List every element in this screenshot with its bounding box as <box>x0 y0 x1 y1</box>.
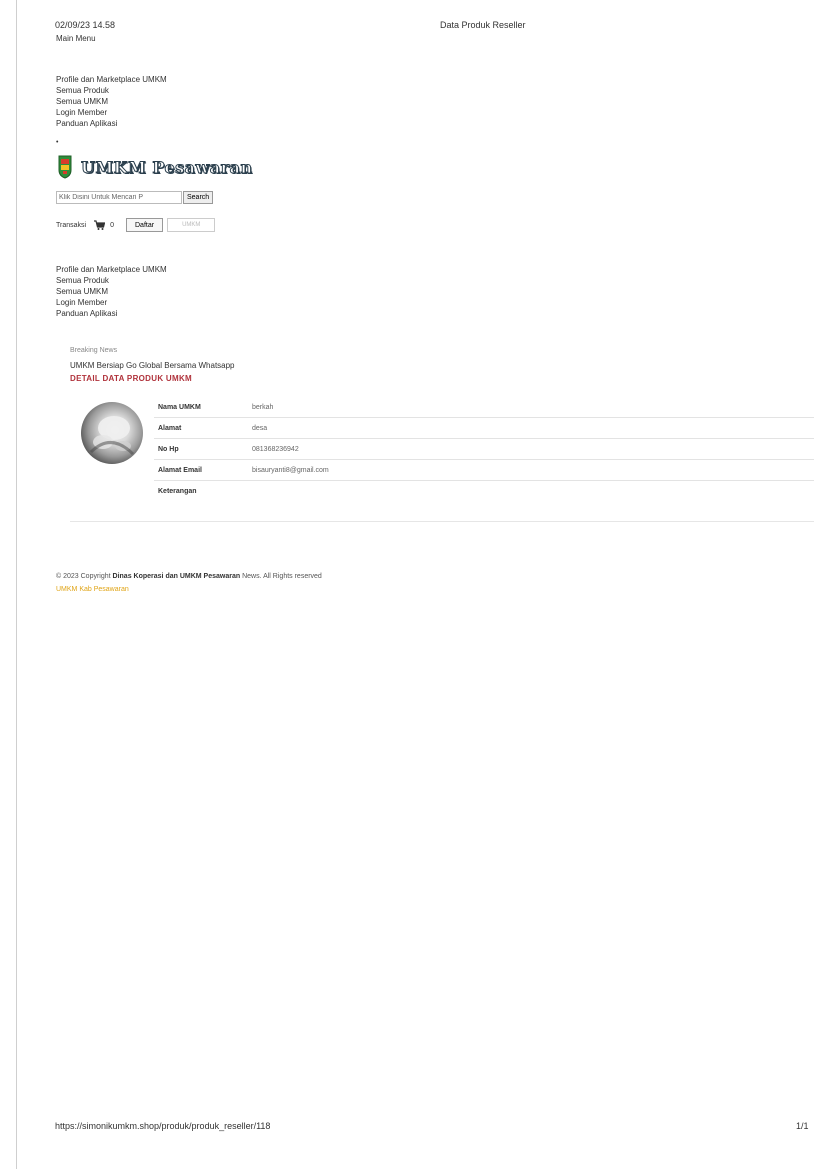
footer-copy-org: Dinas Koperasi dan UMKM Pesawaran <box>112 573 241 580</box>
table-row: Alamat Email bisauryanti8@gmail.com <box>154 459 814 481</box>
transaction-label: Transaksi <box>56 221 87 229</box>
footer-copy-suffix: News. All Rights reserved <box>242 573 322 580</box>
cart-count: 0 <box>110 221 114 229</box>
footer-copyright: © 2023 Copyright Dinas Koperasi dan UMKM… <box>56 573 322 580</box>
table-row: Nama UMKM berkah <box>154 397 814 418</box>
menu-item-profile[interactable]: Profile dan Marketplace UMKM <box>56 74 167 85</box>
print-url: https://simonikumkm.shop/produk/produk_r… <box>55 1121 271 1131</box>
menu-item-login-member[interactable]: Login Member <box>56 107 167 118</box>
table-row: Alamat desa <box>154 417 814 439</box>
breaking-news-label: Breaking News <box>70 347 118 354</box>
umkm-button[interactable]: UMKM <box>167 218 216 232</box>
cart-icon[interactable] <box>94 220 106 230</box>
footer-copy-prefix: © 2023 Copyright <box>56 573 111 580</box>
menu-item-panduan[interactable]: Panduan Aplikasi <box>56 308 167 319</box>
menu-item-login-member[interactable]: Login Member <box>56 297 167 308</box>
menu-item-panduan[interactable]: Panduan Aplikasi <box>56 118 167 129</box>
detail-value: bisauryanti8@gmail.com <box>248 459 814 481</box>
transaction-bar: Transaksi 0 Daftar UMKM <box>56 218 216 232</box>
detail-label: Alamat <box>154 417 248 439</box>
print-page-number: 1/1 <box>796 1121 809 1131</box>
site-logo[interactable]: UMKM Pesawaran <box>58 154 253 180</box>
menu-item-semua-produk[interactable]: Semua Produk <box>56 275 167 286</box>
detail-label: No Hp <box>154 438 248 460</box>
top-menu: Profile dan Marketplace UMKM Semua Produ… <box>56 74 167 129</box>
menu-item-semua-umkm[interactable]: Semua UMKM <box>56 286 167 297</box>
detail-title: DETAIL DATA PRODUK UMKM <box>70 374 193 383</box>
table-row: No Hp 081368236942 <box>154 438 814 460</box>
menu-item-semua-produk[interactable]: Semua Produk <box>56 85 167 96</box>
site-name: UMKM Pesawaran <box>81 157 253 177</box>
shield-icon <box>58 155 72 179</box>
print-title: Data Produk Reseller <box>440 20 526 30</box>
detail-label: Nama UMKM <box>154 397 248 418</box>
search-bar: Search <box>56 191 214 204</box>
detail-value: desa <box>248 417 814 439</box>
table-row: Keterangan <box>154 481 814 502</box>
detail-table: Nama UMKM berkah Alamat desa No Hp 08136… <box>154 397 814 501</box>
umkm-avatar <box>81 402 143 464</box>
detail-value: 081368236942 <box>248 438 814 460</box>
detail-label: Keterangan <box>158 487 197 495</box>
search-button[interactable]: Search <box>183 191 214 204</box>
menu-bullet: • <box>56 139 59 146</box>
detail-label: Alamat Email <box>154 459 248 481</box>
breaking-news-text[interactable]: UMKM Bersiap Go Global Bersama Whatsapp <box>70 361 235 370</box>
main-menu-label[interactable]: Main Menu <box>56 34 96 43</box>
daftar-button[interactable]: Daftar <box>126 218 164 232</box>
menu-item-semua-umkm[interactable]: Semua UMKM <box>56 96 167 107</box>
detail-value: berkah <box>248 397 814 418</box>
page-left-rule <box>16 0 17 1169</box>
menu-item-profile[interactable]: Profile dan Marketplace UMKM <box>56 264 167 275</box>
footer-brand[interactable]: UMKM Kab Pesawaran <box>56 586 129 593</box>
secondary-menu: Profile dan Marketplace UMKM Semua Produ… <box>56 264 167 319</box>
print-date: 02/09/23 14.58 <box>55 20 116 30</box>
detail-card: Nama UMKM berkah Alamat desa No Hp 08136… <box>70 397 814 522</box>
search-input[interactable] <box>56 191 182 204</box>
detail-value <box>248 481 814 502</box>
